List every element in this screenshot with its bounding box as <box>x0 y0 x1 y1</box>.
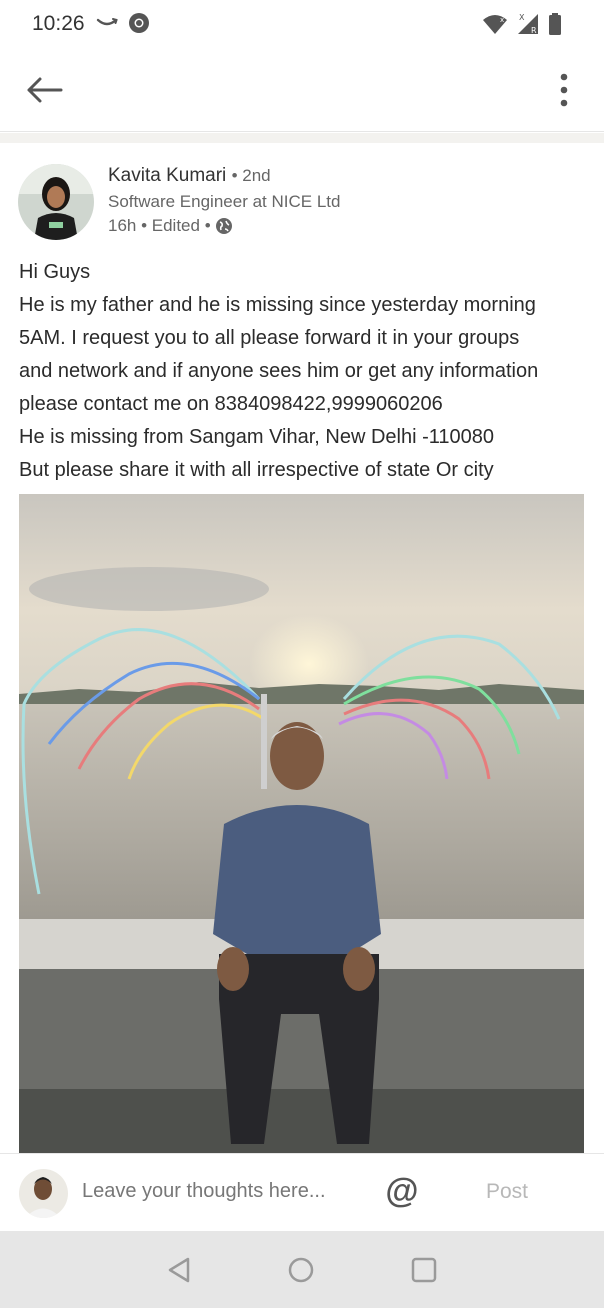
recents-square-icon <box>411 1257 437 1283</box>
amazon-smile-icon <box>96 16 118 35</box>
author-headline: Software Engineer at NICE Ltd <box>108 192 341 211</box>
current-user-avatar <box>19 1169 68 1218</box>
mention-button[interactable]: @ <box>384 1174 420 1210</box>
post-text-line: He is my father and he is missing since … <box>19 294 536 316</box>
post-text-line: Hi Guys <box>19 261 91 283</box>
status-time: 10:26 <box>32 12 85 35</box>
post-card: Kavita Kumari • 2nd Software Engineer at… <box>0 143 604 1160</box>
home-circle-icon <box>288 1257 314 1283</box>
battery-icon <box>548 12 562 41</box>
post-text-line: But please share it with all irrespectiv… <box>19 459 494 481</box>
svg-text:X: X <box>519 13 525 22</box>
back-arrow-icon <box>27 77 63 103</box>
post-timestamp: 16h • Edited • <box>108 216 211 235</box>
author-name[interactable]: Kavita Kumari <box>108 165 226 186</box>
system-home-button[interactable] <box>286 1255 316 1285</box>
back-triangle-icon <box>168 1257 190 1283</box>
comment-bar: Leave your thoughts here... @ Post <box>0 1153 604 1231</box>
author-meta: Kavita Kumari • 2nd Software Engineer at… <box>108 163 340 238</box>
more-options-button[interactable] <box>550 68 578 112</box>
signal-icon: XR <box>516 12 540 41</box>
post-button[interactable]: Post <box>486 1180 528 1204</box>
status-bar: 10:26 x XR <box>0 0 604 52</box>
app-bar <box>0 52 604 132</box>
system-recents-button[interactable] <box>409 1255 439 1285</box>
globe-icon <box>215 218 232 234</box>
more-vertical-icon <box>560 73 568 107</box>
feed-background: Kavita Kumari • 2nd Software Engineer at… <box>0 133 604 1160</box>
status-right-icons: x XR <box>482 12 562 41</box>
post-text-line: He is missing from Sangam Vihar, New Del… <box>19 426 495 448</box>
post-text-line: please contact me on 8384098422,99990602… <box>19 393 443 415</box>
system-nav-bar <box>0 1231 604 1308</box>
status-left-icons <box>96 12 150 39</box>
system-back-button[interactable] <box>164 1255 194 1285</box>
post-timestamp-line: 16h • Edited • <box>108 214 340 238</box>
author-avatar[interactable] <box>18 164 94 240</box>
svg-text:x: x <box>500 16 504 24</box>
post-text-line: and network and if anyone sees him or ge… <box>19 360 539 382</box>
comment-input[interactable]: Leave your thoughts here... <box>82 1180 326 1203</box>
chrome-icon <box>128 12 150 39</box>
author-name-line: Kavita Kumari • 2nd <box>108 163 340 189</box>
wifi-icon: x <box>482 13 508 40</box>
connection-degree: • 2nd <box>231 166 271 185</box>
svg-text:R: R <box>531 26 537 35</box>
post-text: Hi Guys He is my father and he is missin… <box>19 256 589 487</box>
post-text-line: 5AM. I request you to all please forward… <box>19 327 520 349</box>
back-button[interactable] <box>22 70 66 110</box>
post-photo[interactable] <box>19 494 584 1160</box>
